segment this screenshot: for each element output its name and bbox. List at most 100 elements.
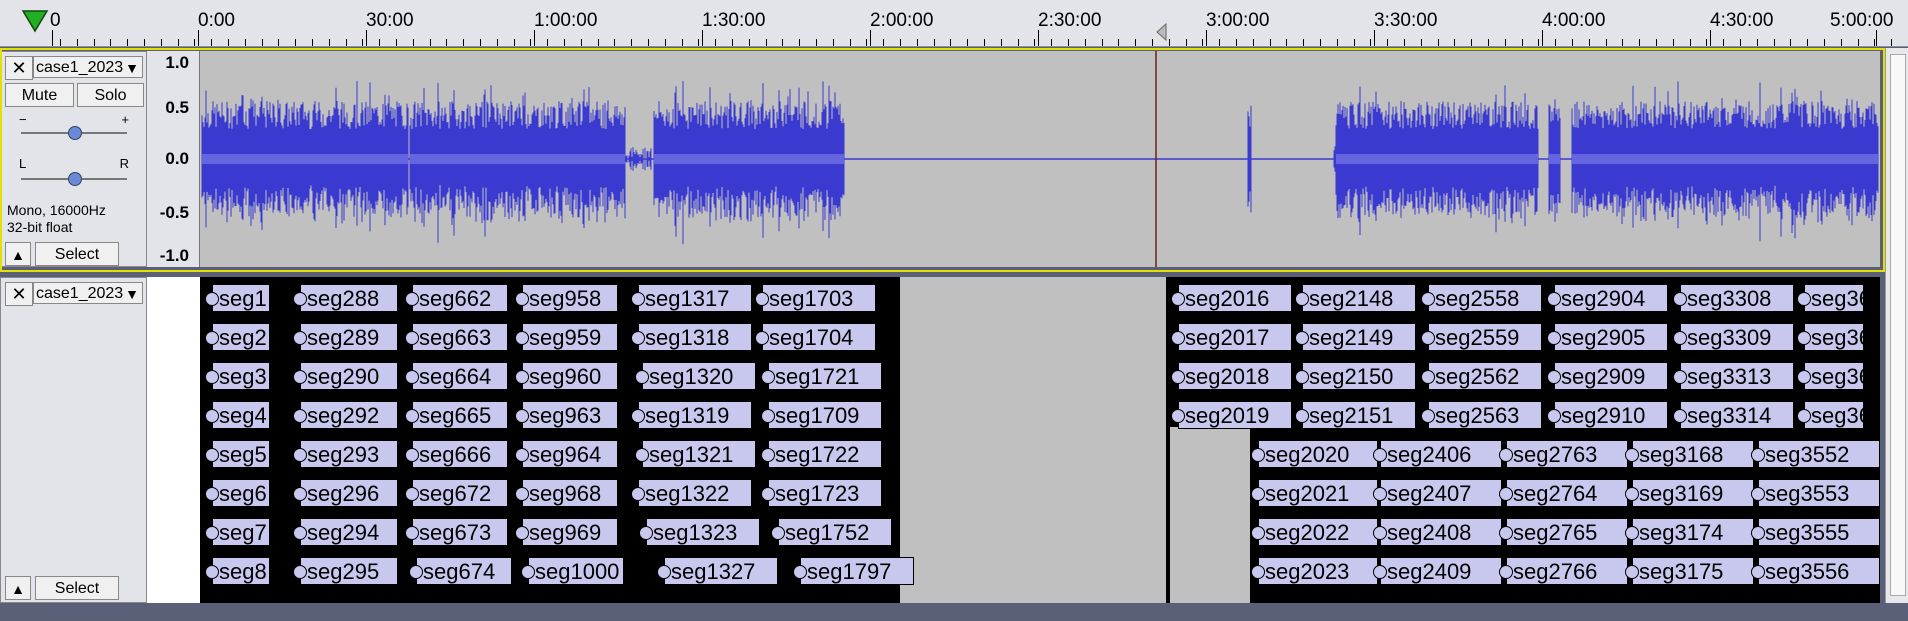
segment-label[interactable]: seg1752 [778,518,892,546]
label-handle-icon[interactable] [515,292,529,306]
segment-label[interactable]: seg3555 [1758,518,1880,546]
label-handle-icon[interactable] [1673,331,1687,345]
label-handle-icon[interactable] [1251,487,1265,501]
segment-label[interactable]: seg2765 [1506,518,1628,546]
segment-label[interactable]: seg2151 [1302,401,1416,429]
segment-label[interactable]: seg3313 [1680,362,1794,390]
segment-label[interactable]: seg36 [1804,362,1871,390]
label-handle-icon[interactable] [405,526,419,540]
segment-label[interactable]: seg2149 [1302,323,1416,351]
label-handle-icon[interactable] [293,565,307,579]
label-handle-icon[interactable] [515,370,529,384]
label-handle-icon[interactable] [1625,448,1639,462]
label-handle-icon[interactable] [635,448,649,462]
segment-label[interactable]: seg295 [300,557,398,585]
segment-label[interactable]: seg293 [300,440,398,468]
segment-label[interactable]: seg1320 [642,362,756,390]
label-handle-icon[interactable] [631,409,645,423]
segment-label[interactable]: seg1797 [800,557,914,585]
segment-label[interactable]: seg964 [522,440,618,468]
segment-label[interactable]: seg2763 [1506,440,1628,468]
gain-slider-thumb[interactable] [68,126,82,140]
segment-label[interactable]: seg2022 [1258,518,1378,546]
segment-label[interactable]: seg1723 [768,479,882,507]
segment-label[interactable]: seg674 [416,557,512,585]
segment-label[interactable]: seg1709 [768,401,882,429]
segment-label[interactable]: seg3553 [1758,479,1880,507]
segment-label[interactable]: seg7 [212,518,270,546]
label-handle-icon[interactable] [1751,448,1765,462]
label-handle-icon[interactable] [771,526,785,540]
play-head-icon[interactable] [20,8,50,34]
label-handle-icon[interactable] [1547,292,1561,306]
label-handle-icon[interactable] [639,526,653,540]
label-handle-icon[interactable] [1421,409,1435,423]
segment-label[interactable]: seg2020 [1258,440,1378,468]
close-track-button[interactable]: ✕ [5,282,33,306]
segment-label[interactable]: seg963 [522,401,618,429]
label-track-area[interactable]: seg1 seg288 seg662 seg958 seg1317 seg1703 seg2… [200,277,1880,603]
segment-label[interactable]: seg3552 [1758,440,1880,468]
timeline-ruler[interactable]: 0 0:00 30:00 1:00:00 1:30:00 2:00:00 2:30:00 3:… [0,0,1908,47]
segment-label[interactable]: seg662 [412,284,508,312]
scrollbar-thumb[interactable] [1890,54,1906,596]
label-handle-icon[interactable] [293,409,307,423]
segment-label[interactable]: seg2021 [1258,479,1378,507]
label-handle-icon[interactable] [793,565,807,579]
segment-label[interactable]: seg296 [300,479,398,507]
segment-label[interactable]: seg3175 [1632,557,1754,585]
label-handle-icon[interactable] [635,370,649,384]
segment-label[interactable]: seg2150 [1302,362,1416,390]
segment-label[interactable]: seg2562 [1428,362,1542,390]
label-handle-icon[interactable] [1499,448,1513,462]
label-handle-icon[interactable] [205,448,219,462]
label-handle-icon[interactable] [1171,409,1185,423]
segment-label[interactable]: seg958 [522,284,618,312]
label-handle-icon[interactable] [1797,331,1811,345]
segment-label[interactable]: seg36 [1804,323,1871,351]
label-handle-icon[interactable] [761,409,775,423]
segment-label[interactable]: seg968 [522,479,618,507]
segment-label[interactable]: seg2409 [1380,557,1502,585]
label-handle-icon[interactable] [1547,370,1561,384]
segment-label[interactable]: seg1322 [638,479,752,507]
label-handle-icon[interactable] [1625,565,1639,579]
segment-label[interactable]: seg969 [522,518,618,546]
segment-label[interactable]: seg960 [522,362,618,390]
label-handle-icon[interactable] [205,409,219,423]
label-handle-icon[interactable] [1421,370,1435,384]
mute-button[interactable]: Mute [5,83,74,107]
segment-label[interactable]: seg3169 [1632,479,1754,507]
gain-slider[interactable]: − + [17,112,131,142]
label-handle-icon[interactable] [1251,565,1265,579]
segment-label[interactable]: seg292 [300,401,398,429]
segment-label[interactable]: seg2019 [1178,401,1292,429]
label-handle-icon[interactable] [205,487,219,501]
segment-label[interactable]: seg2558 [1428,284,1542,312]
segment-label[interactable]: seg1317 [638,284,752,312]
segment-label[interactable]: seg2 [212,323,270,351]
label-handle-icon[interactable] [405,292,419,306]
segment-label[interactable]: seg1318 [638,323,752,351]
label-handle-icon[interactable] [1373,526,1387,540]
label-handle-icon[interactable] [205,526,219,540]
label-handle-icon[interactable] [1751,526,1765,540]
label-handle-icon[interactable] [761,487,775,501]
label-handle-icon[interactable] [405,487,419,501]
label-handle-icon[interactable] [293,370,307,384]
label-handle-icon[interactable] [1171,370,1185,384]
segment-label[interactable]: seg8 [212,557,270,585]
label-handle-icon[interactable] [205,370,219,384]
track-name-menu[interactable]: case1_2023 ▼ [33,56,143,78]
segment-label[interactable]: seg294 [300,518,398,546]
segment-label[interactable]: seg1703 [762,284,876,312]
segment-label[interactable]: seg2023 [1258,557,1378,585]
solo-button[interactable]: Solo [77,83,144,107]
label-handle-icon[interactable] [1751,487,1765,501]
label-handle-icon[interactable] [1373,487,1387,501]
segment-label[interactable]: seg664 [412,362,508,390]
label-handle-icon[interactable] [1673,292,1687,306]
segment-label[interactable]: seg2407 [1380,479,1502,507]
label-handle-icon[interactable] [205,331,219,345]
label-handle-icon[interactable] [1673,409,1687,423]
